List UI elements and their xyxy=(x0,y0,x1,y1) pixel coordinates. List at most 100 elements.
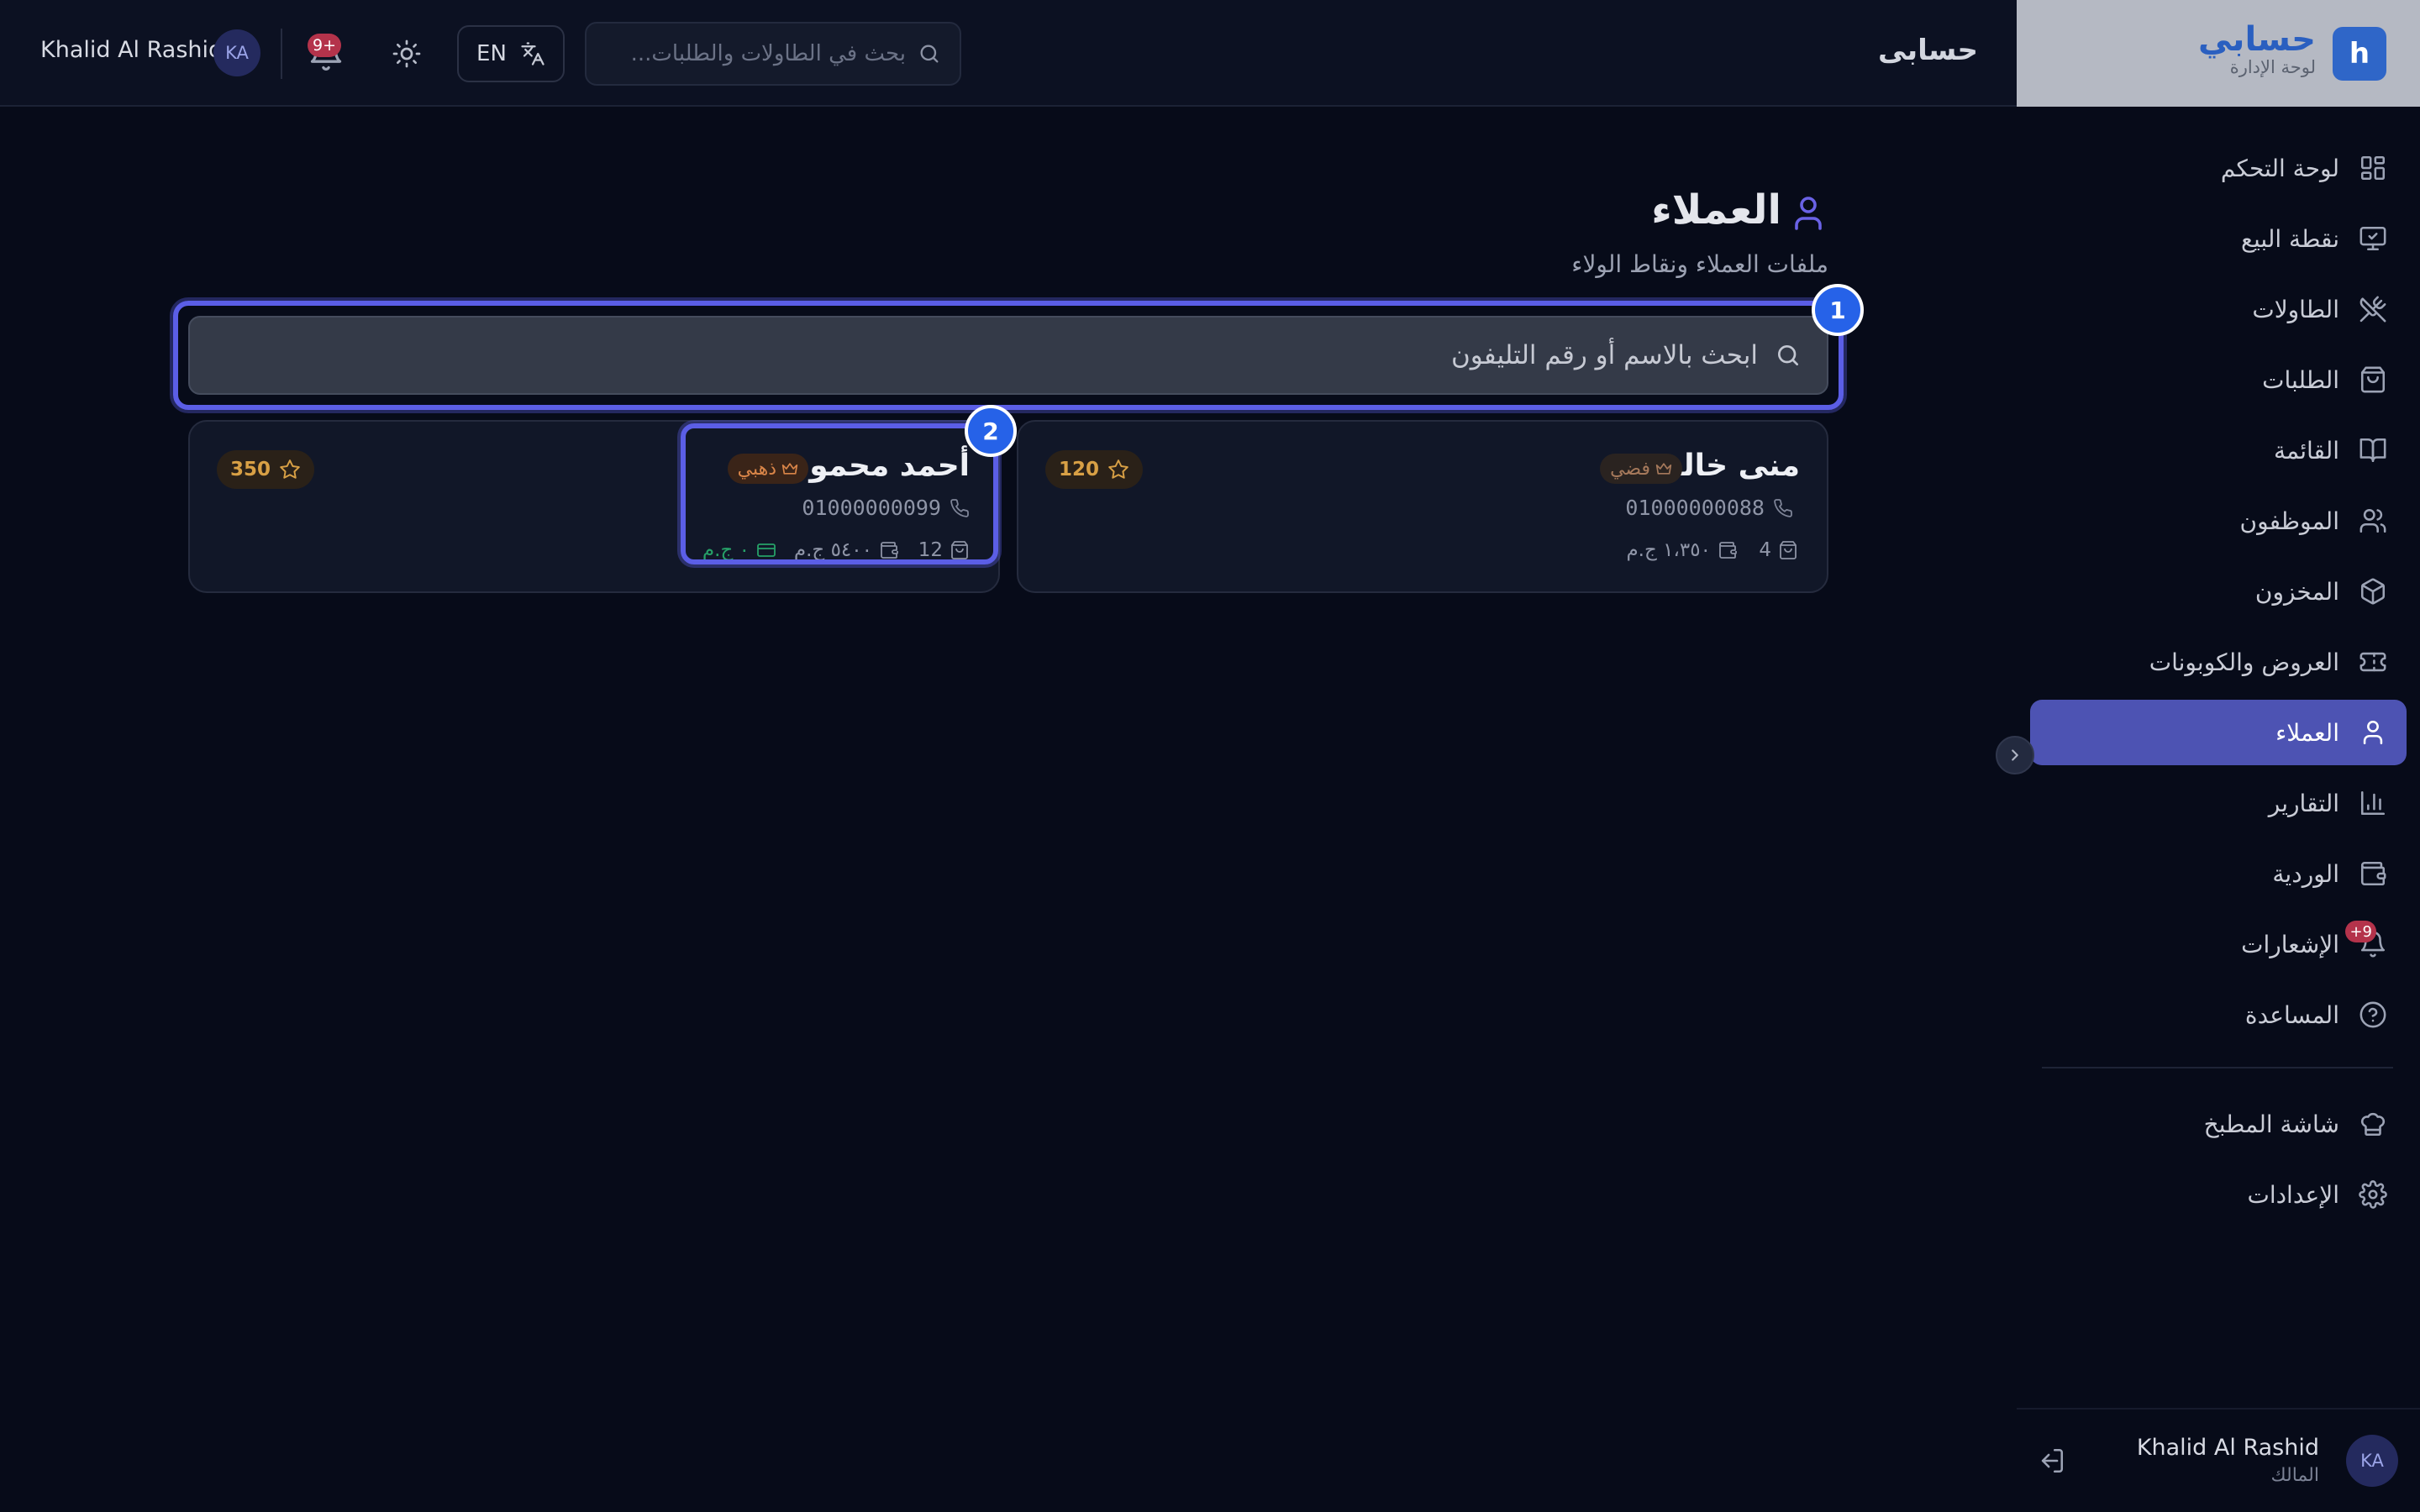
spent-value: ١،٣٥٠ ج.م xyxy=(1626,539,1711,561)
crown-icon xyxy=(1655,460,1672,477)
settings-icon xyxy=(2358,1179,2388,1210)
sidebar-item-notifications[interactable]: 9+ الإشعارات xyxy=(2030,911,2407,977)
topbar-search[interactable]: بحث في الطاولات والطلبات... xyxy=(585,22,961,86)
sidebar-item-label: الإشعارات xyxy=(2241,930,2339,958)
package-icon xyxy=(2358,576,2388,606)
sun-icon xyxy=(392,39,422,69)
ticket-icon xyxy=(2358,647,2388,677)
star-icon xyxy=(1107,459,1129,480)
loyalty-points: 120 xyxy=(1045,450,1144,489)
sidebar-item-label: الوردية xyxy=(2272,859,2339,888)
sidebar-item-label: لوحة التحكم xyxy=(2220,154,2339,182)
sidebar-item-dashboard[interactable]: لوحة التحكم xyxy=(2030,135,2407,201)
sidebar-item-label: الطاولات xyxy=(2252,295,2339,323)
help-circle-icon xyxy=(2358,1000,2388,1030)
sidebar-item-label: الموظفون xyxy=(2239,507,2339,535)
sidebar-item-offers[interactable]: العروض والكوبونات xyxy=(2030,629,2407,695)
sidebar-item-kitchen-screen[interactable]: شاشة المطبخ xyxy=(2030,1091,2407,1157)
highlight-customer-card xyxy=(681,423,998,564)
shopping-bag-icon xyxy=(2358,365,2388,395)
customer-name: منى خالد xyxy=(1665,449,1800,483)
page-subtitle: ملفات العملاء ونقاط الولاء xyxy=(1571,250,1828,278)
logout-icon xyxy=(2037,1446,2065,1475)
total-spent: ١،٣٥٠ ج.م xyxy=(1626,539,1738,561)
topbar-user-name[interactable]: Khalid Al Rashid xyxy=(40,37,223,63)
sidebar-item-customers[interactable]: العملاء xyxy=(2030,700,2407,765)
phone-icon xyxy=(1773,498,1793,518)
sidebar-item-orders[interactable]: الطلبات xyxy=(2030,347,2407,412)
language-toggle[interactable]: EN xyxy=(457,25,565,82)
customer-search-placeholder: ابحث بالاسم أو رقم التليفون xyxy=(1451,340,1758,370)
users-icon xyxy=(2358,506,2388,536)
brand-subtitle: لوحة الإدارة xyxy=(2229,57,2316,77)
sidebar-item-label: شاشة المطبخ xyxy=(2203,1110,2339,1138)
topbar-search-placeholder: بحث في الطاولات والطلبات... xyxy=(630,41,906,66)
top-bar xyxy=(0,0,2017,107)
search-icon xyxy=(1775,342,1802,369)
topbar-divider xyxy=(281,29,282,79)
sidebar-avatar[interactable]: KA xyxy=(2346,1435,2398,1487)
utensils-icon xyxy=(2358,294,2388,324)
brand-name: حسابي xyxy=(2197,20,2316,59)
annotation-marker-2: 2 xyxy=(965,405,1017,457)
star-icon xyxy=(279,459,301,480)
sidebar-item-pos[interactable]: نقطة البيع xyxy=(2030,206,2407,271)
sidebar-item-help[interactable]: المساعدة xyxy=(2030,982,2407,1047)
bar-chart-icon xyxy=(2358,788,2388,818)
chef-hat-icon xyxy=(2358,1109,2388,1139)
sidebar-item-label: المخزون xyxy=(2254,577,2339,606)
sidebar-collapse-button[interactable] xyxy=(1996,736,2034,774)
translate-icon xyxy=(520,41,545,66)
customer-phone: 01000000088 xyxy=(1625,496,1793,520)
search-icon xyxy=(918,42,941,66)
sidebar-item-shift[interactable]: الوردية xyxy=(2030,841,2407,906)
customers-title-icon xyxy=(1788,193,1828,234)
wallet-icon xyxy=(1718,540,1738,560)
sidebar-item-label: المساعدة xyxy=(2244,1000,2339,1029)
sidebar-divider xyxy=(2042,1067,2393,1068)
sidebar-item-tables[interactable]: الطاولات xyxy=(2030,276,2407,342)
sidebar-item-label: القائمة xyxy=(2274,436,2339,465)
phone-number: 01000000088 xyxy=(1625,496,1765,520)
sidebar-item-settings[interactable]: الإعدادات xyxy=(2030,1162,2407,1227)
theme-toggle[interactable] xyxy=(392,39,422,69)
brand-logo[interactable]: h xyxy=(2333,27,2386,81)
notifications-badge: 9+ xyxy=(308,34,342,57)
page-title: العملاء xyxy=(1651,186,1781,234)
points-value: 350 xyxy=(230,459,271,480)
sidebar-user-name: Khalid Al Rashid xyxy=(2136,1435,2319,1461)
sidebar-item-label: الطلبات xyxy=(2262,365,2339,394)
shopping-bag-icon xyxy=(1778,540,1798,560)
notifications-badge: 9+ xyxy=(2345,921,2376,942)
customer-search-input[interactable]: ابحث بالاسم أو رقم التليفون xyxy=(188,316,1828,395)
points-value: 120 xyxy=(1059,459,1100,480)
sidebar-item-label: الإعدادات xyxy=(2247,1180,2339,1209)
sidebar-item-reports[interactable]: التقارير xyxy=(2030,770,2407,836)
dashboard-icon xyxy=(2358,153,2388,183)
tier-label: فضي xyxy=(1610,458,1650,480)
bell-icon: 9+ xyxy=(2345,921,2388,959)
orders-value: 4 xyxy=(1759,539,1771,561)
topbar-avatar[interactable]: KA xyxy=(213,29,260,76)
tier-badge: فضي xyxy=(1600,454,1682,484)
sidebar-item-label: التقارير xyxy=(2268,789,2339,817)
chevron-right-icon xyxy=(2006,746,2024,764)
sidebar-footer-divider xyxy=(2017,1408,2420,1410)
sidebar-item-label: العملاء xyxy=(2275,718,2339,747)
sidebar-item-label: نقطة البيع xyxy=(2241,224,2339,253)
annotation-marker-1: 1 xyxy=(1812,284,1864,336)
orders-count: 4 xyxy=(1759,539,1798,561)
book-icon xyxy=(2358,435,2388,465)
user-icon xyxy=(2358,717,2388,748)
sidebar-item-inventory[interactable]: المخزون xyxy=(2030,559,2407,624)
loyalty-points: 350 xyxy=(217,450,315,489)
app-title: حسابى xyxy=(1877,34,1978,67)
language-label: EN xyxy=(476,41,507,66)
logout-button[interactable] xyxy=(2037,1446,2065,1475)
customer-card[interactable]: منى خالد فضي 01000000088 4 ١،٣٥٠ ج.م 120 xyxy=(1017,420,1828,593)
sidebar-user-role: المالك xyxy=(2270,1465,2319,1486)
wallet-icon xyxy=(2358,858,2388,889)
monitor-icon xyxy=(2358,223,2388,254)
sidebar-item-staff[interactable]: الموظفون xyxy=(2030,488,2407,554)
sidebar-item-menu[interactable]: القائمة xyxy=(2030,417,2407,483)
